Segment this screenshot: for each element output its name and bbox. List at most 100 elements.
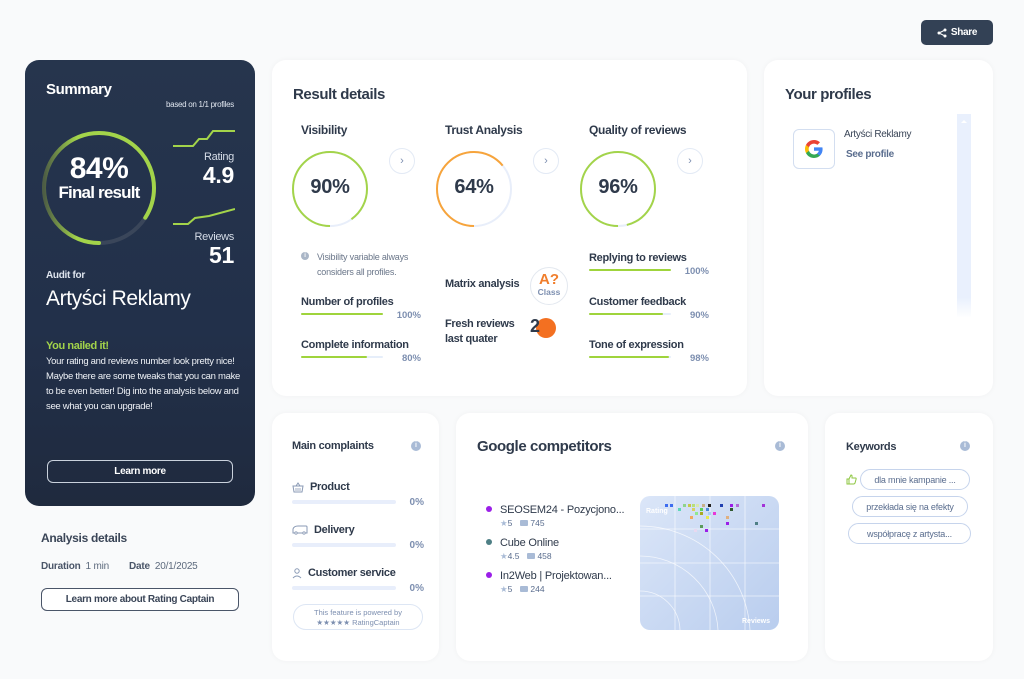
complaint-bar <box>292 543 396 547</box>
scatter-x-label: Reviews <box>742 618 770 625</box>
matrix-analysis-label: Matrix analysis <box>445 278 520 290</box>
learn-more-rating-captain-button[interactable]: Learn more about Rating Captain <box>41 588 239 611</box>
visibility-note: i Visibility variable always considers a… <box>301 250 431 280</box>
profile-logo[interactable] <box>793 129 835 169</box>
powered-by-badge[interactable]: This feature is powered by ★★★★★ RatingC… <box>293 604 423 630</box>
competitor-reviews: 458 <box>537 551 552 561</box>
competitor-name: Cube Online <box>500 537 559 549</box>
your-profiles-title: Your profiles <box>785 86 872 103</box>
scatter-point <box>692 508 695 511</box>
quality-title: Quality of reviews <box>589 123 687 137</box>
matrix-class-badge[interactable]: A? Class <box>530 267 568 305</box>
final-result-value: 84% <box>69 152 129 185</box>
scatter-point <box>726 516 729 519</box>
info-icon[interactable]: i <box>775 441 785 451</box>
keyword-pill[interactable]: dla mnie kampanie ... <box>860 469 970 490</box>
summary-description: Your rating and reviews number look pret… <box>46 356 241 412</box>
trust-details-button[interactable]: › <box>533 148 559 174</box>
result-details-title: Result details <box>293 86 385 103</box>
info-icon[interactable]: i <box>960 441 970 451</box>
metric-bar-fill <box>301 356 367 358</box>
star-icon: ★ <box>500 551 508 561</box>
scatter-points <box>665 504 765 532</box>
google-icon <box>805 140 823 158</box>
complaint-value: 0% <box>409 497 424 508</box>
your-profiles-card: Your profiles Artyści Reklamy See profil… <box>764 60 993 396</box>
visibility-details-button[interactable]: › <box>389 148 415 174</box>
metric-customer-feedback: Customer feedback 90% <box>589 296 709 321</box>
visibility-note-text: Visibility variable always considers all… <box>317 252 409 277</box>
scatter-point <box>736 504 739 507</box>
scatter-point <box>700 512 703 515</box>
metric-value: 90% <box>689 310 709 321</box>
scatter-point <box>670 504 673 507</box>
keywords-card: Keywords i dla mnie kampanie ... przekła… <box>825 413 993 661</box>
complaint-value: 0% <box>409 540 424 551</box>
see-profile-link[interactable]: See profile <box>846 149 894 160</box>
fresh-reviews-value: 2 <box>530 316 541 336</box>
metric-bar <box>301 313 383 315</box>
learn-more-button[interactable]: Learn more <box>47 460 233 483</box>
scatter-point <box>678 508 681 511</box>
quality-value: 96% <box>598 176 638 198</box>
competitor-color-dot <box>486 539 492 545</box>
competitor-color-dot <box>486 572 492 578</box>
metric-bar-fill <box>301 313 383 315</box>
share-label: Share <box>950 27 978 38</box>
competitor-rating: 4.5 <box>507 551 520 561</box>
metric-label: Replying to reviews <box>589 252 687 264</box>
scatter-point <box>730 508 733 511</box>
scatter-point <box>700 508 703 511</box>
reviews-trend-line <box>173 208 235 225</box>
date-label: Date <box>128 561 150 572</box>
visibility-title: Visibility <box>301 123 348 137</box>
complaint-delivery: Delivery 0% <box>292 524 424 551</box>
info-icon[interactable]: i <box>411 441 421 451</box>
van-icon <box>292 525 308 535</box>
competitor-rating: 5 <box>507 518 513 528</box>
comment-icon <box>520 520 529 526</box>
summary-title: Summary <box>46 81 112 98</box>
rating-value: 4.9 <box>202 162 234 188</box>
competitor-item[interactable]: In2Web | Projektowan... ★5 244 <box>486 569 640 595</box>
competitor-scatter-map[interactable]: Rating Reviews <box>640 496 779 630</box>
scatter-point <box>690 516 693 519</box>
metric-bar <box>589 356 671 358</box>
competitor-item[interactable]: SEOSEM24 - Pozycjono... ★5 745 <box>486 503 640 529</box>
scatter-point <box>726 522 729 525</box>
keywords-title: Keywords <box>846 441 897 453</box>
rating-trend-line <box>173 130 235 147</box>
competitor-name: In2Web | Projektowan... <box>500 570 612 582</box>
scatter-point <box>713 512 716 515</box>
info-icon: i <box>301 252 309 260</box>
competitor-item[interactable]: Cube Online ★4.5 458 <box>486 536 640 562</box>
profile-name: Artyści Reklamy <box>844 129 912 140</box>
complaint-label: Product <box>310 481 350 493</box>
scatter-point <box>720 504 723 507</box>
competitor-color-dot <box>486 506 492 512</box>
keyword-pill[interactable]: współpracę z artysta... <box>848 523 971 544</box>
metric-bar-fill <box>589 313 663 315</box>
trust-analysis-title: Trust Analysis <box>445 123 523 137</box>
comment-icon <box>527 553 536 559</box>
complaint-label: Delivery <box>314 524 355 536</box>
summary-headline: You nailed it! <box>46 340 109 352</box>
scatter-point <box>696 504 699 507</box>
complaint-label: Customer service <box>308 567 396 579</box>
scatter-point <box>705 529 708 532</box>
metric-number-of-profiles: Number of profiles 100% <box>301 296 421 321</box>
star-icon: ★ <box>500 518 508 528</box>
quality-details-button[interactable]: › <box>677 148 703 174</box>
scatter-point <box>755 522 758 525</box>
metric-replying-to-reviews: Replying to reviews 100% <box>589 252 709 277</box>
profiles-scrollbar[interactable] <box>957 114 971 318</box>
keyword-pill[interactable]: przekłada się na efekty <box>852 496 968 517</box>
final-result-label: Final result <box>58 183 140 202</box>
complaint-bar <box>292 500 396 504</box>
metric-bar <box>589 313 671 315</box>
duration-label: Duration <box>41 561 81 572</box>
metric-value: 100% <box>684 266 709 277</box>
google-competitors-card: Google competitors i SEOSEM24 - Pozycjon… <box>456 413 808 661</box>
share-button[interactable]: Share <box>921 20 993 45</box>
star-icon: ★ <box>500 584 508 594</box>
